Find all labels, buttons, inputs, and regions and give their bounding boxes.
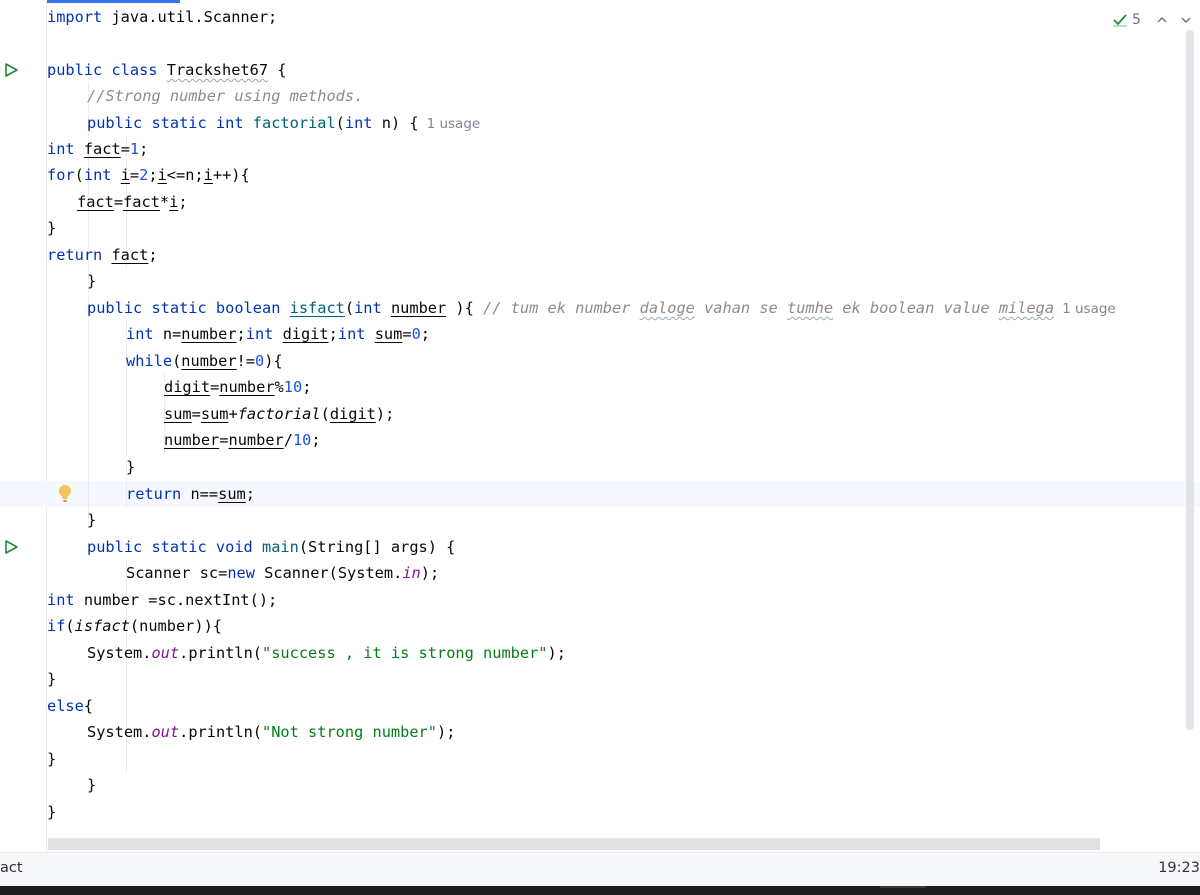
code-line-29[interactable]: }	[47, 746, 56, 772]
run-icon[interactable]	[3, 539, 19, 555]
code-line-22[interactable]: Scanner sc=new Scanner(System.in);	[126, 560, 439, 586]
vertical-scrollbar[interactable]	[1186, 30, 1194, 730]
code-comment: //Strong number using methods.	[87, 87, 364, 105]
code-line-14[interactable]: while(number!=0){	[126, 348, 283, 374]
code-line-8[interactable]: fact=fact*i;	[77, 189, 188, 215]
code-line-27[interactable]: else{	[47, 693, 93, 719]
code-line-10[interactable]: return fact;	[47, 242, 158, 268]
code-line-30[interactable]: }	[87, 772, 96, 798]
code-line-18[interactable]: }	[126, 454, 135, 480]
inspection-widget[interactable]: 5	[1112, 10, 1193, 30]
status-bar: act 19:23	[0, 852, 1200, 886]
checkmark-icon	[1113, 14, 1127, 27]
code-line-19[interactable]: return n==sum;	[126, 481, 255, 507]
code-line-15[interactable]: digit=number%10;	[164, 374, 311, 400]
code-line-3[interactable]: public class Trackshet67 {	[47, 57, 286, 83]
code-line-24[interactable]: if(isfact(number)){	[47, 613, 222, 639]
class-name: Trackshet67	[166, 61, 269, 79]
run-icon[interactable]	[3, 62, 19, 78]
inspection-count: 5	[1132, 12, 1141, 28]
code-line-13[interactable]: int n=number;int digit;int sum=0;	[126, 321, 430, 347]
code-line-25[interactable]: System.out.println("success , it is stro…	[87, 640, 566, 666]
code-line-31[interactable]: }	[47, 799, 56, 825]
usage-hint[interactable]: 1 usage	[427, 116, 481, 132]
chevron-down-icon[interactable]	[1179, 13, 1193, 27]
code-line-26[interactable]: }	[47, 666, 56, 692]
code-line-9[interactable]: }	[47, 215, 56, 241]
code-line-1[interactable]: import java.util.Scanner;	[47, 4, 277, 30]
code-line-23[interactable]: int number =sc.nextInt();	[47, 587, 277, 613]
code-line-17[interactable]: number=number/10;	[164, 427, 321, 453]
code-line-20[interactable]: }	[87, 507, 96, 533]
code-line-11[interactable]: }	[87, 268, 96, 294]
chevron-up-icon[interactable]	[1155, 13, 1169, 27]
code-line-28[interactable]: System.out.println("Not strong number");	[87, 719, 455, 745]
taskbar-indicator	[880, 886, 926, 888]
os-taskbar	[0, 886, 1200, 895]
caret-position[interactable]: 19:23	[1158, 860, 1200, 876]
code-line-7[interactable]: for(int i=2;i<=n;i++){	[47, 162, 250, 188]
editor-gutter[interactable]	[0, 0, 46, 852]
string-literal: "Not strong number"	[262, 723, 437, 741]
status-bar-breadcrumb[interactable]: act	[0, 860, 23, 876]
code-line-6[interactable]: int fact=1;	[47, 136, 148, 162]
string-literal: "success , it is strong number"	[262, 644, 548, 662]
code-editor[interactable]: import java.util.Scanner; public class T…	[47, 0, 1187, 852]
horizontal-scrollbar[interactable]	[48, 838, 1100, 850]
code-line-16[interactable]: sum=sum+factorial(digit);	[164, 401, 394, 427]
code-line-21[interactable]: public static void main(String[] args) {	[87, 534, 455, 560]
code-line-12[interactable]: public static boolean isfact(int number …	[87, 295, 1116, 321]
usage-hint[interactable]: 1 usage	[1062, 301, 1116, 317]
code-line-5[interactable]: public static int factorial(int n) {1 us…	[87, 110, 480, 136]
code-line-4[interactable]: //Strong number using methods.	[87, 83, 363, 109]
